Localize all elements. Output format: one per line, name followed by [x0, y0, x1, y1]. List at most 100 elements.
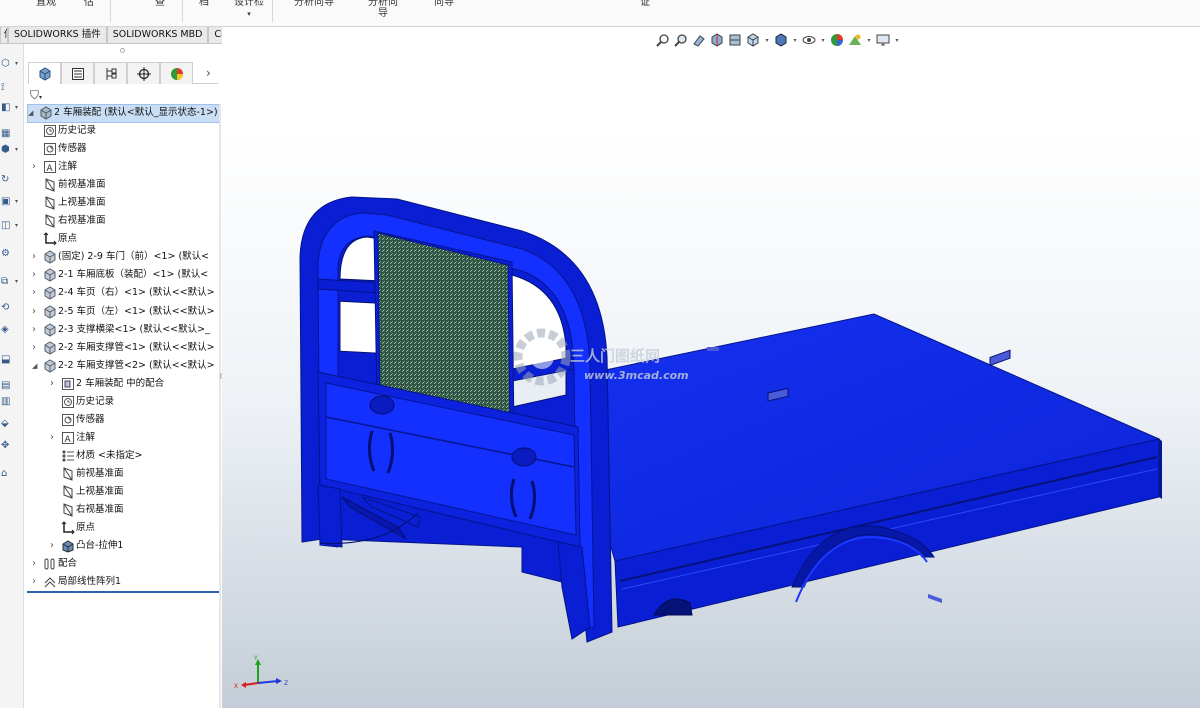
property-manager-tab-icon[interactable] [61, 62, 94, 84]
tool-icon-14[interactable]: ▤ [1, 380, 21, 394]
tab-estimate[interactable]: 估 [0, 27, 9, 44]
truck-bed-model[interactable] [222, 27, 1200, 708]
tree-item-label: 2-2 车厢支撑管<1> (默认<<默认> [58, 341, 215, 353]
tool-icon-5[interactable]: ⬢ ▾ [1, 144, 21, 158]
ribbon-item-design-check[interactable]: 设计检 ▾ [232, 0, 266, 20]
expand-arrow-icon[interactable]: › [32, 248, 42, 266]
tree-item[interactable]: 历史记录 [50, 393, 114, 411]
tree-item[interactable]: › (固定) 2-9 车门（前）<1> (默认< [32, 248, 209, 266]
history-icon [42, 124, 58, 138]
tree-end-marker [27, 591, 219, 593]
expand-arrow-icon[interactable]: › [32, 555, 42, 573]
expand-arrow-icon[interactable]: › [32, 266, 42, 284]
part-icon [42, 268, 58, 282]
dimxpert-tab-icon[interactable] [127, 62, 160, 84]
tool-icon-12[interactable]: ◈ [1, 324, 21, 338]
expand-arrow-icon[interactable]: › [50, 429, 60, 447]
ribbon-item-wizard[interactable]: 向导 [434, 0, 454, 8]
graphics-area[interactable]: ▾ ▾ ▾ ▾ ▾ 三人门图纸网 www.3mcad.com Y X Z [222, 27, 1200, 708]
tree-item[interactable]: › 2-1 车厢底板（装配）<1> (默认< [32, 266, 208, 284]
tool-icon-13[interactable]: ⬓ [1, 354, 21, 368]
tool-icon-6[interactable]: ↻ [1, 174, 21, 188]
tree-item[interactable]: › 2 车厢装配 中的配合 [50, 375, 164, 393]
collapse-arrow-icon[interactable]: ◢ [32, 357, 42, 375]
tool-icon-4[interactable]: ▦ [1, 128, 21, 142]
tree-item[interactable]: › 2-2 车厢支撑管<1> (默认<<默认> [32, 339, 215, 357]
watermark-url: www.3mcad.com [584, 369, 689, 382]
tree-item[interactable]: 右视基准面 [32, 212, 106, 230]
expand-arrow-icon[interactable]: › [32, 321, 42, 339]
chevron-right-icon[interactable]: › [206, 66, 211, 80]
expand-arrow-icon[interactable]: › [32, 303, 42, 321]
tree-item[interactable]: › 配合 [32, 555, 77, 573]
ribbon-item-check[interactable]: 查 [155, 0, 165, 8]
ribbon-item-analysis-wizard-2[interactable]: 分析向导 [363, 0, 403, 19]
tree-item[interactable]: 传感器 [32, 140, 87, 158]
filter-icon[interactable]: ⛉▾ [30, 88, 50, 104]
tree-item[interactable]: ◢ 2-2 车厢支撑管<2> (默认<<默认> [32, 357, 215, 375]
tree-root[interactable]: ◢ 2 车厢装配 (默认<默认_显示状态-1>) [28, 104, 218, 122]
coordinate-triad: Y X Z [234, 655, 288, 690]
tree-item[interactable]: 上视基准面 [50, 483, 124, 501]
collapse-arrow-icon[interactable]: ◢ [28, 104, 38, 122]
tool-icon-10[interactable]: ⧉ ▾ [1, 276, 21, 290]
panel-grip[interactable] [120, 48, 125, 53]
tree-item[interactable]: 传感器 [50, 411, 105, 429]
triad-z-label: Z [284, 680, 288, 687]
annotation-icon: A [60, 431, 76, 445]
tree-item[interactable]: › A 注解 [50, 429, 95, 447]
tree-item[interactable]: 历史记录 [32, 122, 96, 140]
expand-arrow-icon[interactable]: › [32, 158, 42, 176]
tree-item[interactable]: 右视基准面 [50, 501, 124, 519]
tree-item-label: 前视基准面 [58, 179, 106, 191]
tool-icon-7[interactable]: ▣ ▾ [1, 196, 21, 210]
feature-manager-tabs [28, 62, 218, 84]
tree-item[interactable]: › 凸台-拉伸1 [50, 537, 123, 555]
expand-arrow-icon[interactable]: › [50, 375, 60, 393]
ribbon-item-verify[interactable]: 证 [640, 0, 650, 8]
tree-item[interactable]: 前视基准面 [50, 465, 124, 483]
tree-item[interactable]: 原点 [32, 230, 77, 248]
tree-item[interactable]: › 2-3 支撑横梁<1> (默认<<默认>_ [32, 321, 210, 339]
tool-icon-9[interactable]: ⚙ [1, 248, 21, 262]
tree-item-label: 2 车厢装配 中的配合 [76, 377, 165, 389]
feature-tree-tab-icon[interactable] [28, 62, 61, 84]
tree-item[interactable]: › 局部线性阵列1 [32, 573, 121, 591]
tree-item-label: 注解 [76, 431, 96, 443]
tool-icon-18[interactable]: ⌂ [1, 468, 21, 482]
bed-right-face [1159, 439, 1162, 499]
expand-arrow-icon[interactable]: › [32, 339, 42, 357]
tab-solidworks-addins[interactable]: SOLIDWORKS 插件 [8, 27, 107, 44]
tree-item-label: 局部线性阵列1 [58, 576, 122, 588]
tree-item[interactable]: 原点 [50, 519, 95, 537]
tree-item[interactable]: › 2-4 车页（右）<1> (默认<<默认> [32, 284, 215, 302]
tool-icon-3[interactable]: ◧ ▾ [1, 102, 21, 116]
tool-icon-2[interactable]: ⟟ [1, 82, 21, 96]
history-icon [60, 395, 76, 409]
tree-item[interactable]: › A 注解 [32, 158, 77, 176]
tool-icon-15[interactable]: ▥ [1, 396, 21, 410]
ribbon-item-visual[interactable]: 直观 [36, 0, 56, 8]
expand-arrow-icon[interactable]: › [32, 284, 42, 302]
ribbon-item-estimate[interactable]: 估 [84, 0, 94, 8]
ribbon-item-doc[interactable]: 档 [199, 0, 209, 8]
tree-item[interactable]: › 2-5 车页（左）<1> (默认<<默认> [32, 303, 215, 321]
tool-icon-17[interactable]: ✥ [1, 440, 21, 454]
tool-icon-1[interactable]: ⬡ ▾ [1, 58, 21, 72]
ribbon-item-analysis-wizard[interactable]: 分析向导 [294, 0, 334, 8]
configuration-manager-tab-icon[interactable] [94, 62, 127, 84]
tab-solidworks-mbd[interactable]: SOLIDWORKS MBD [106, 27, 209, 44]
tool-icon-16[interactable]: ⬙ [1, 418, 21, 432]
tree-item[interactable]: 材质 <未指定> [50, 447, 142, 465]
tree-item[interactable]: 上视基准面 [32, 194, 106, 212]
tree-item-label: 材质 <未指定> [76, 449, 143, 461]
tool-icon-11[interactable]: ⟲ [1, 302, 21, 316]
plane-icon [60, 467, 76, 481]
tree-item[interactable]: 前视基准面 [32, 176, 106, 194]
expand-arrow-icon[interactable]: › [50, 537, 60, 555]
expand-arrow-icon[interactable]: › [32, 573, 42, 591]
panel-scrollbar[interactable] [219, 104, 221, 708]
tool-icon-8[interactable]: ◫ ▾ [1, 220, 21, 234]
ribbon-separator [272, 0, 273, 22]
display-manager-tab-icon[interactable] [160, 62, 193, 84]
